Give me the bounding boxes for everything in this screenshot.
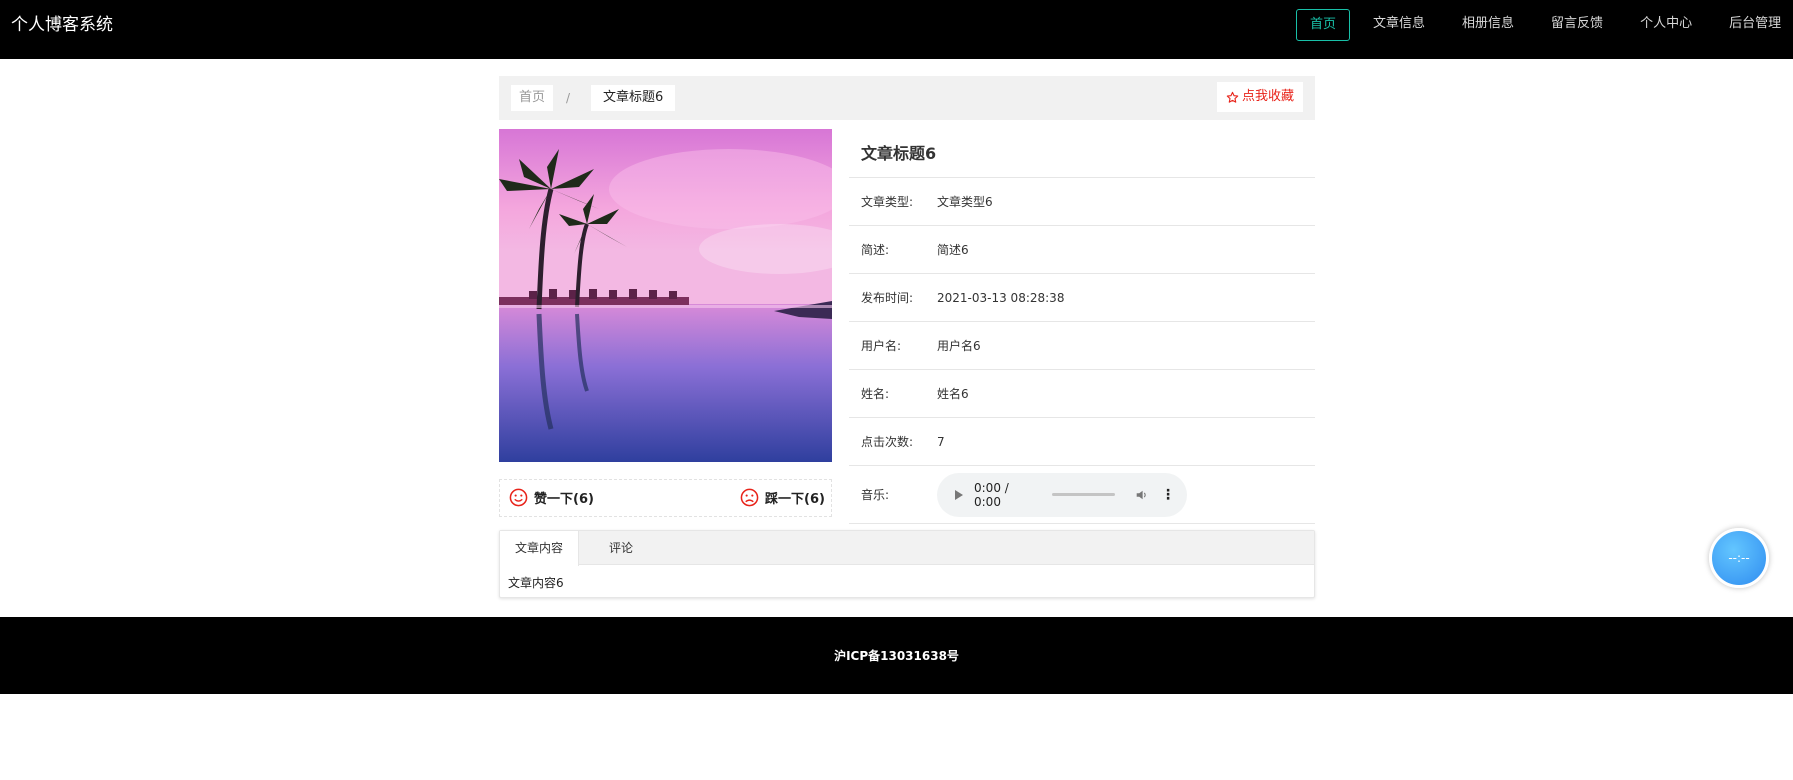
- info-value: 2021-03-13 08:28:38: [937, 290, 1065, 305]
- like-button[interactable]: 赞一下(6): [509, 488, 594, 507]
- top-navbar: 个人博客系统 首页 文章信息 相册信息 留言反馈 个人中心 后台管理: [0, 0, 1793, 59]
- tab-comments[interactable]: 评论: [594, 531, 648, 565]
- player-time: --:--: [1728, 551, 1750, 565]
- breadcrumb-home[interactable]: 首页: [511, 85, 554, 111]
- breadcrumb-current: 文章标题6: [591, 85, 676, 111]
- nav-feedback[interactable]: 留言反馈: [1551, 9, 1603, 41]
- breadcrumb: 首页 / 文章标题6 点我收藏: [499, 76, 1315, 120]
- info-value: 文章类型6: [937, 195, 993, 209]
- volume-icon[interactable]: [1135, 488, 1149, 502]
- favorite-button[interactable]: 点我收藏: [1217, 82, 1304, 112]
- main-nav: 首页 文章信息 相册信息 留言反馈 个人中心 后台管理: [1296, 9, 1781, 41]
- more-options-icon[interactable]: ⋮: [1161, 487, 1175, 503]
- footer: 沪ICP备13031638号: [0, 617, 1793, 694]
- article-content: 文章内容6: [508, 576, 564, 590]
- site-logo[interactable]: 个人博客系统: [11, 14, 113, 36]
- info-value: 简述6: [937, 243, 969, 257]
- article-cover-image: [499, 129, 832, 462]
- info-value: 姓名6: [937, 387, 969, 401]
- article-tabs: 文章内容 评论 文章内容6: [499, 530, 1315, 598]
- info-row-username: 用户名: 用户名6: [849, 322, 1315, 370]
- info-row-music: 音乐: 0:00 / 0:00 ⋮: [849, 466, 1315, 524]
- floating-music-player[interactable]: --:--: [1709, 528, 1769, 588]
- info-label: 用户名:: [861, 339, 902, 353]
- article-title: 文章标题6: [849, 129, 1315, 178]
- tab-article-content[interactable]: 文章内容: [500, 531, 580, 566]
- favorite-label: 点我收藏: [1242, 89, 1295, 104]
- nav-home[interactable]: 首页: [1296, 9, 1351, 41]
- frown-icon: [740, 488, 759, 507]
- article-info-table: 文章标题6 文章类型: 文章类型6 简述: 简述6 发布时间: 2021-03-…: [849, 129, 1315, 524]
- nav-albums[interactable]: 相册信息: [1462, 9, 1514, 41]
- info-row-click-count: 点击次数: 7: [849, 418, 1315, 466]
- icp-record: 沪ICP备13031638号: [834, 649, 959, 663]
- info-label: 发布时间:: [861, 291, 914, 305]
- breadcrumb-separator: /: [566, 91, 571, 105]
- info-label: 简述:: [861, 243, 890, 257]
- audio-player[interactable]: 0:00 / 0:00 ⋮: [937, 472, 1187, 517]
- nav-articles[interactable]: 文章信息: [1373, 9, 1425, 41]
- info-label: 音乐:: [861, 488, 890, 502]
- info-value: 用户名6: [937, 339, 981, 353]
- play-icon[interactable]: [955, 489, 963, 500]
- dislike-button[interactable]: 踩一下(6): [740, 488, 825, 507]
- dislike-label: 踩一下(6): [765, 492, 825, 507]
- info-row-publish-time: 发布时间: 2021-03-13 08:28:38: [849, 274, 1315, 322]
- info-label: 姓名:: [861, 387, 890, 401]
- nav-admin[interactable]: 后台管理: [1729, 9, 1781, 41]
- info-row-summary: 简述: 简述6: [849, 226, 1315, 274]
- like-label: 赞一下(6): [534, 492, 594, 507]
- tab-header: 文章内容 评论: [500, 531, 1314, 566]
- smile-icon: [509, 488, 528, 507]
- star-icon: [1226, 91, 1239, 103]
- info-row-name: 姓名: 姓名6: [849, 370, 1315, 418]
- audio-seek-bar[interactable]: [1051, 493, 1116, 496]
- info-row-type: 文章类型: 文章类型6: [849, 178, 1315, 226]
- nav-user-center[interactable]: 个人中心: [1640, 9, 1692, 41]
- vote-bar: 赞一下(6) 踩一下(6): [499, 479, 832, 517]
- audio-time: 0:00 / 0:00: [974, 480, 1009, 509]
- info-label: 文章类型:: [861, 195, 914, 209]
- info-value: 7: [937, 434, 945, 449]
- info-label: 点击次数:: [861, 435, 914, 449]
